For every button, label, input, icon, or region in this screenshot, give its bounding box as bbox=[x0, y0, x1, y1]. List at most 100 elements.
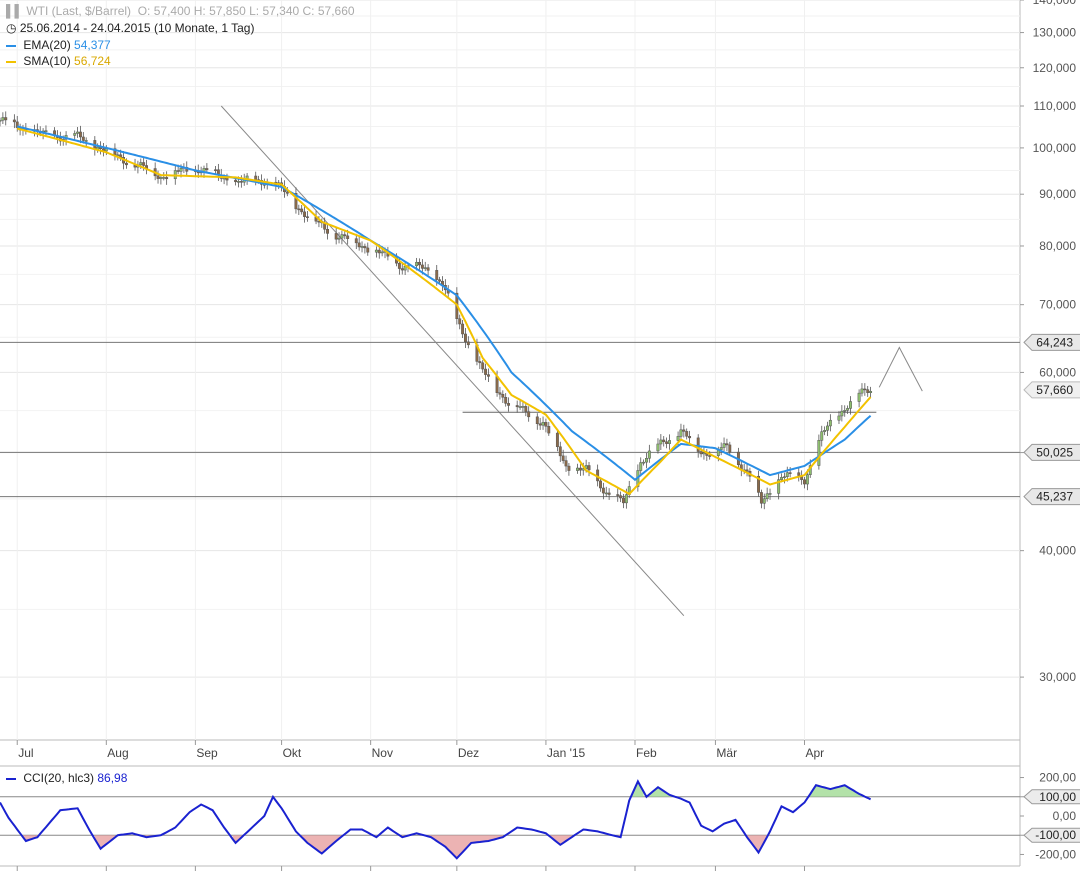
candle-body bbox=[722, 443, 726, 448]
time-tick-label: Jan '15 bbox=[547, 746, 586, 760]
candle-body bbox=[438, 279, 442, 282]
cci-swatch bbox=[6, 777, 16, 780]
price-tick-label: 130,000 bbox=[1033, 26, 1077, 40]
price-tick-label: 120,000 bbox=[1033, 61, 1077, 75]
candle-body bbox=[501, 394, 505, 398]
candle-body bbox=[326, 229, 329, 234]
candle-body bbox=[84, 140, 88, 142]
time-tick-label: Sep bbox=[196, 746, 218, 760]
time-tick-label: Dez bbox=[458, 746, 479, 760]
candle-body bbox=[685, 431, 689, 437]
candle-body bbox=[762, 498, 766, 504]
candle-body bbox=[214, 169, 217, 171]
price-tick-label: 40,000 bbox=[1039, 544, 1076, 558]
candle-body bbox=[604, 492, 608, 495]
candle-icon: ▌▌ bbox=[6, 4, 24, 18]
candle-body bbox=[179, 168, 183, 172]
candle-body bbox=[1, 117, 5, 121]
candle-body bbox=[423, 267, 427, 269]
candle-body bbox=[587, 465, 591, 471]
candle-body bbox=[79, 131, 82, 138]
candle-body bbox=[334, 233, 338, 240]
candle-body bbox=[487, 374, 490, 377]
candle-body bbox=[849, 401, 852, 409]
downtrend-line bbox=[220, 105, 685, 617]
candle-body bbox=[124, 162, 128, 166]
candle-body bbox=[354, 238, 358, 244]
candle-body bbox=[76, 131, 80, 134]
candle-body bbox=[0, 119, 2, 122]
price-tick-label: 70,000 bbox=[1039, 298, 1076, 312]
sma-line bbox=[16, 127, 872, 496]
cci-value: 86,98 bbox=[97, 771, 128, 785]
candle-body bbox=[73, 133, 77, 136]
candle-body bbox=[544, 422, 548, 427]
candle-body bbox=[820, 431, 824, 441]
candle-body bbox=[679, 429, 683, 437]
candle-body bbox=[420, 264, 424, 269]
candle-body bbox=[780, 477, 783, 480]
level-value-label: 45,237 bbox=[1036, 490, 1073, 504]
ema-legend[interactable]: EMA(20) 54,377 bbox=[6, 38, 111, 52]
candle-body bbox=[12, 119, 16, 123]
candle-body bbox=[785, 472, 789, 477]
candle-body bbox=[555, 432, 559, 448]
candle-body bbox=[647, 450, 651, 459]
candle-body bbox=[515, 405, 519, 408]
candle-body bbox=[142, 162, 146, 166]
candle-body bbox=[346, 235, 350, 239]
candle-body bbox=[400, 268, 404, 271]
level-value-label: 64,243 bbox=[1036, 335, 1073, 349]
candle-body bbox=[541, 422, 545, 426]
candle-body bbox=[662, 439, 666, 442]
instrument-legend: ▌▌ WTI (Last, $/Barrel) O: 57,400 H: 57,… bbox=[6, 4, 355, 18]
cci-tick-label: 0,00 bbox=[1053, 809, 1077, 823]
candle-body bbox=[558, 446, 562, 457]
candle-body bbox=[4, 117, 8, 121]
candle-body bbox=[601, 487, 605, 494]
candle-body bbox=[426, 267, 430, 271]
candle-body bbox=[466, 341, 470, 346]
candle-body bbox=[828, 419, 832, 427]
candle-body bbox=[860, 388, 864, 394]
cci-tick-label: -200,00 bbox=[1035, 847, 1076, 861]
current-price-label: 57,660 bbox=[1036, 383, 1073, 397]
candle-body bbox=[337, 237, 341, 240]
instrument-name: WTI (Last, $/Barrel) bbox=[26, 4, 132, 18]
sma-value: 56,724 bbox=[74, 54, 111, 68]
time-tick-label: Feb bbox=[636, 746, 657, 760]
price-tick-label: 140,000 bbox=[1033, 0, 1077, 7]
candle-body bbox=[478, 361, 482, 364]
candle-body bbox=[374, 249, 378, 253]
candle-body bbox=[81, 136, 85, 141]
price-tick-label: 80,000 bbox=[1039, 239, 1076, 253]
candle-body bbox=[44, 130, 48, 132]
candle-body bbox=[745, 469, 749, 472]
ema-label: EMA(20) bbox=[23, 38, 71, 52]
cci-label: CCI(20, hlc3) bbox=[23, 771, 95, 785]
candle-body bbox=[708, 455, 712, 457]
cci-legend[interactable]: CCI(20, hlc3) 86,98 bbox=[6, 771, 127, 785]
candle-body bbox=[624, 494, 628, 504]
candle-body bbox=[535, 416, 539, 425]
candle-body bbox=[699, 451, 703, 455]
candle-body bbox=[303, 211, 307, 217]
candle-body bbox=[165, 177, 169, 180]
candle-body bbox=[843, 410, 847, 412]
candle-body bbox=[616, 494, 620, 496]
time-tick-label: Mär bbox=[716, 746, 737, 760]
candle-body bbox=[642, 461, 646, 464]
candle-body bbox=[521, 406, 525, 408]
candle-body bbox=[656, 443, 660, 452]
candle-body bbox=[725, 443, 729, 446]
candle-body bbox=[782, 476, 786, 478]
candle-body bbox=[380, 251, 384, 254]
candle-body bbox=[360, 246, 364, 248]
ohlc-values: O: 57,400 H: 57,850 L: 57,340 C: 57,660 bbox=[137, 4, 355, 18]
sma-legend[interactable]: SMA(10) 56,724 bbox=[6, 54, 111, 68]
time-tick-label: Nov bbox=[372, 746, 393, 760]
candle-body bbox=[665, 441, 669, 444]
time-tick-label: Aug bbox=[107, 746, 128, 760]
candle-body bbox=[524, 406, 528, 412]
candle-body bbox=[564, 460, 568, 467]
